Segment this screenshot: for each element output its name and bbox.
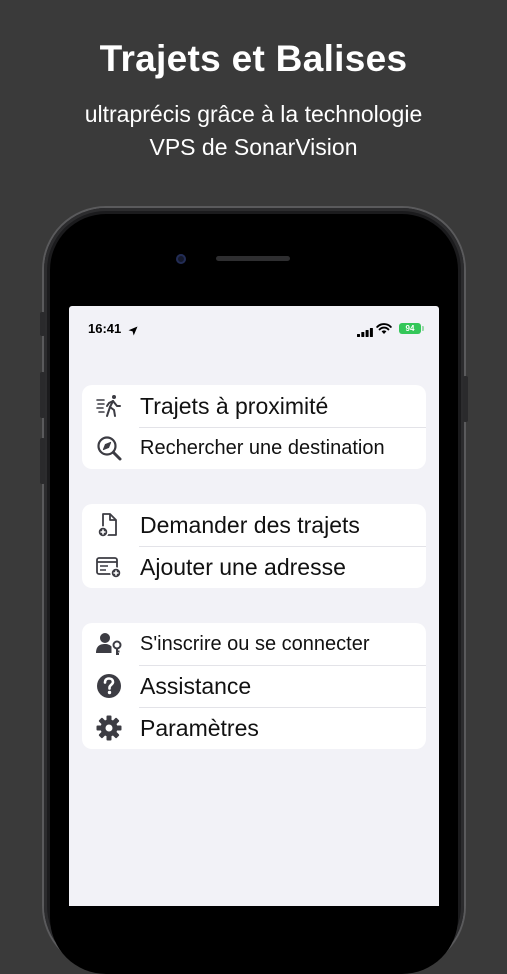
menu-item-label: Trajets à proximité: [140, 392, 329, 419]
add-address-icon: [95, 553, 123, 581]
menu-item-label: S'inscrire ou se connecter: [140, 632, 370, 655]
status-time: 16:41: [88, 321, 122, 336]
phone-screen: 16:41 94 Trajets à proximité Rechercher …: [69, 306, 439, 906]
menu-item-label: Rechercher une destination: [140, 436, 385, 459]
add-document-icon: [95, 511, 123, 539]
menu-item-label: Demander des trajets: [140, 511, 360, 538]
walking-person-icon: [95, 392, 123, 420]
wifi-icon: [376, 322, 392, 340]
volume-up-button: [40, 372, 45, 418]
earpiece-speaker: [216, 256, 290, 261]
menu-group-routes: Trajets à proximité Rechercher une desti…: [82, 385, 426, 469]
battery-tip: [422, 326, 424, 331]
help-icon: [95, 672, 123, 700]
volume-down-button: [40, 438, 45, 484]
search-compass-icon: [95, 434, 123, 462]
menu-item-label: Ajouter une adresse: [140, 553, 346, 580]
menu-item-nearby-routes[interactable]: Trajets à proximité: [82, 385, 426, 427]
gear-icon: [95, 714, 123, 742]
menu-group-requests: Demander des trajets Ajouter une adresse: [82, 504, 426, 588]
menu-item-settings[interactable]: Paramètres: [82, 707, 426, 749]
promo-subtitle-line-2: VPS de SonarVision: [149, 134, 358, 160]
promo-subtitle: ultraprécis grâce à la technologie VPS d…: [0, 98, 507, 164]
battery-icon: 94: [399, 323, 421, 334]
promo-subtitle-line-1: ultraprécis grâce à la technologie: [84, 101, 423, 127]
status-bar: 16:41 94: [69, 306, 439, 352]
menu-item-assistance[interactable]: Assistance: [82, 665, 426, 707]
power-button: [463, 376, 468, 422]
menu-item-request-routes[interactable]: Demander des trajets: [82, 504, 426, 546]
user-key-icon: [95, 630, 123, 658]
location-arrow-icon: [128, 323, 138, 341]
menu-item-search-destination[interactable]: Rechercher une destination: [82, 427, 426, 469]
promo-title: Trajets et Balises: [99, 38, 408, 79]
menu-item-add-address[interactable]: Ajouter une adresse: [82, 546, 426, 588]
front-camera: [176, 254, 186, 264]
menu-item-label: Paramètres: [140, 714, 259, 741]
mute-switch: [40, 312, 45, 336]
menu-item-sign-in[interactable]: S'inscrire ou se connecter: [82, 623, 426, 665]
signal-icon: [357, 324, 373, 342]
menu-group-account: S'inscrire ou se connecter Assistance Pa…: [82, 623, 426, 749]
menu-item-label: Assistance: [140, 672, 252, 699]
